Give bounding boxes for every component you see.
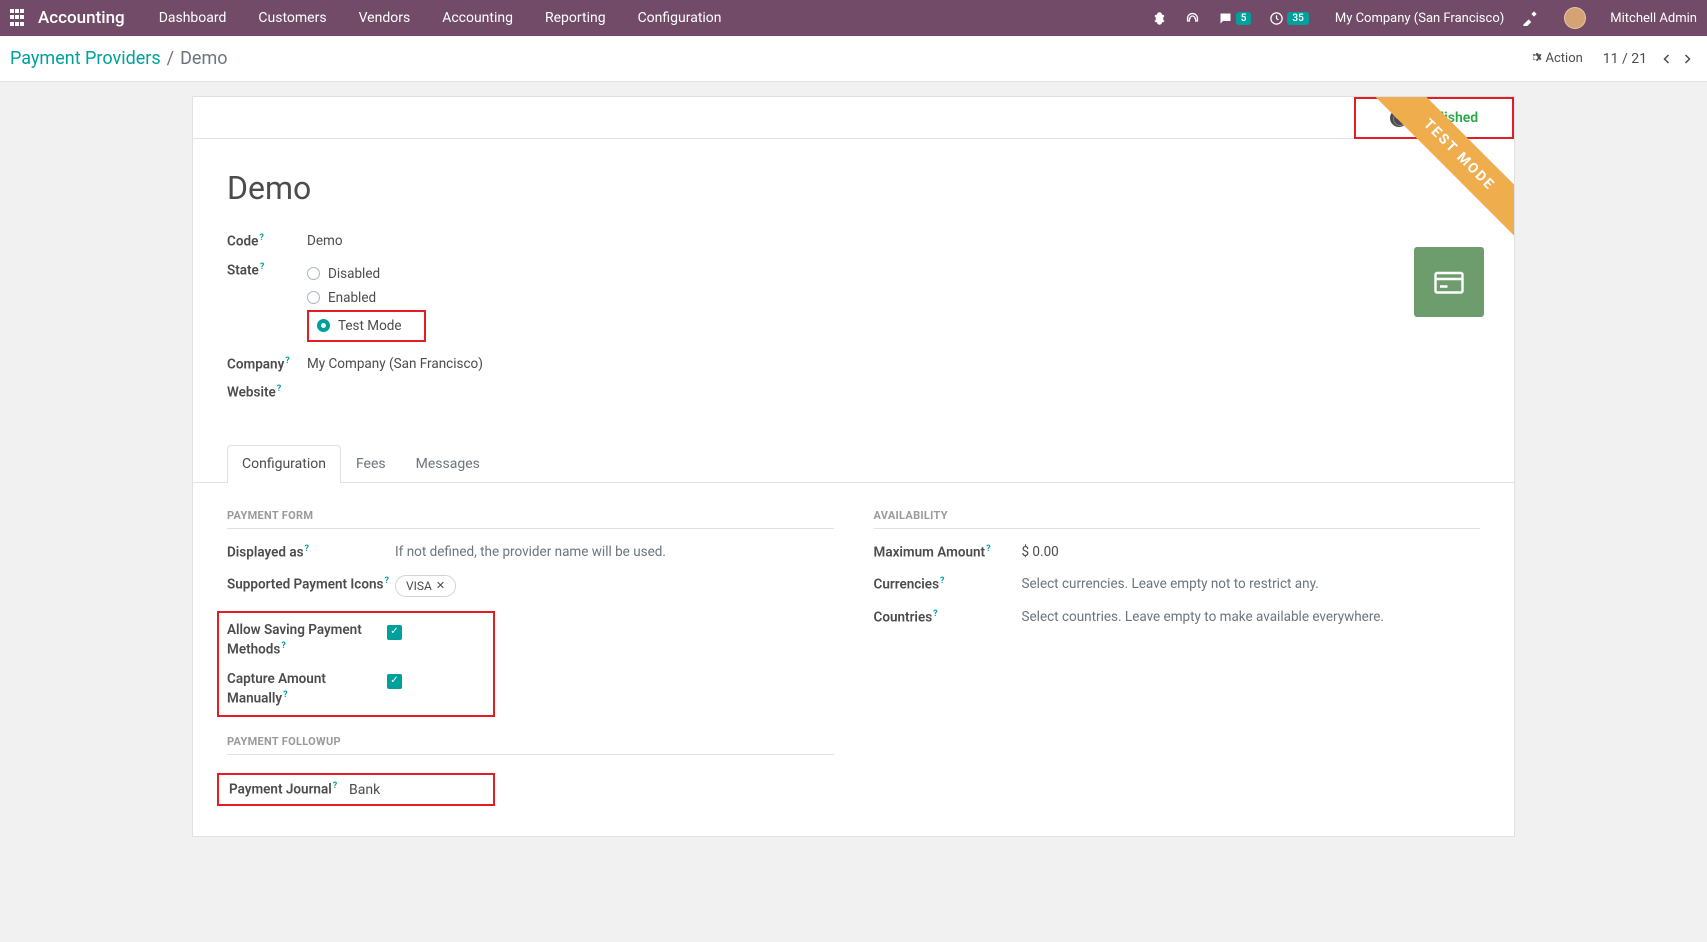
menu-accounting[interactable]: Accounting [428, 0, 527, 36]
tools-icon[interactable] [1522, 10, 1538, 26]
label-payment-icons: Supported Payment Icons [227, 577, 383, 593]
breadcrumb-parent[interactable]: Payment Providers [10, 48, 161, 69]
support-icon[interactable] [1185, 11, 1200, 26]
checkbox-capture-manual[interactable]: ✓ [387, 674, 402, 689]
app-brand[interactable]: Accounting [38, 8, 125, 28]
section-availability: Availability [874, 509, 1481, 529]
menu-customers[interactable]: Customers [244, 0, 340, 36]
messages-badge: 5 [1236, 12, 1252, 25]
avatar[interactable] [1564, 7, 1586, 29]
menu-configuration[interactable]: Configuration [624, 0, 736, 36]
checkbox-allow-save[interactable]: ✓ [387, 625, 402, 640]
label-code: Code [227, 234, 258, 250]
label-displayed-as: Displayed as [227, 544, 304, 560]
label-allow-save: Allow Saving Payment Methods [227, 622, 362, 657]
state-disabled[interactable]: Disabled [307, 262, 1480, 286]
state-enabled[interactable]: Enabled [307, 286, 1480, 310]
menu-vendors[interactable]: Vendors [345, 0, 425, 36]
value-currencies[interactable]: Select currencies. Leave empty not to re… [1022, 575, 1481, 593]
page-title: Demo [227, 169, 1480, 207]
tab-configuration[interactable]: Configuration [227, 445, 341, 483]
highlight-box-options: Allow Saving Payment Methods? ✓ Capture … [217, 611, 495, 717]
action-menu[interactable]: Action [1529, 51, 1583, 66]
label-company: Company [227, 356, 284, 372]
label-state: State [227, 262, 259, 278]
menu-dashboard[interactable]: Dashboard [145, 0, 241, 36]
label-capture-manual: Capture Amount Manually [227, 671, 326, 706]
value-website[interactable] [307, 382, 1480, 384]
label-countries: Countries [874, 609, 933, 625]
value-company[interactable]: My Company (San Francisco) [307, 354, 1480, 372]
activities-badge: 35 [1287, 12, 1308, 25]
breadcrumb-sep: / [167, 48, 174, 69]
value-displayed-as[interactable]: If not defined, the provider name will b… [395, 543, 834, 561]
menu-reporting[interactable]: Reporting [531, 0, 620, 36]
section-payment-form: Payment Form [227, 509, 834, 529]
topbar: Accounting Dashboard Customers Vendors A… [0, 0, 1707, 36]
pager[interactable]: 11 / 21 [1603, 51, 1647, 67]
value-payment-journal[interactable]: Bank [349, 782, 380, 798]
section-payment-followup: Payment Followup [227, 735, 834, 755]
label-payment-journal: Payment Journal [229, 782, 332, 798]
tabs: Configuration Fees Messages [193, 445, 1514, 483]
debug-icon[interactable] [1152, 11, 1167, 26]
apps-icon[interactable] [10, 9, 28, 27]
tab-fees[interactable]: Fees [341, 445, 401, 482]
form-sheet: Published TEST MODE Demo Code? Demo Stat… [192, 96, 1515, 837]
value-code: Demo [307, 231, 1480, 249]
value-countries[interactable]: Select countries. Leave empty to make av… [1022, 608, 1481, 626]
tag-visa[interactable]: VISA ✕ [395, 575, 456, 597]
breadcrumb-current: Demo [180, 48, 227, 69]
tab-messages[interactable]: Messages [401, 445, 495, 482]
label-website: Website [227, 385, 276, 401]
label-max-amount: Maximum Amount [874, 544, 986, 560]
value-max-amount[interactable]: $ 0.00 [1022, 543, 1481, 561]
pager-next[interactable] [1677, 53, 1697, 65]
messages-icon[interactable]: 5 [1218, 11, 1252, 26]
state-test-mode[interactable]: Test Mode [307, 310, 426, 342]
label-currencies: Currencies [874, 577, 940, 593]
activities-icon[interactable]: 35 [1269, 11, 1308, 26]
highlight-box-journal: Payment Journal? Bank [217, 773, 495, 806]
status-icons: 5 35 My Company (San Francisco) Mitchell… [1152, 7, 1697, 29]
tag-remove-icon[interactable]: ✕ [436, 579, 445, 594]
company-selector[interactable]: My Company (San Francisco) [1335, 11, 1504, 26]
pager-prev[interactable] [1657, 53, 1677, 65]
provider-logo [1414, 247, 1484, 317]
breadcrumb-bar: Payment Providers / Demo Action 11 / 21 [0, 36, 1707, 82]
user-name[interactable]: Mitchell Admin [1610, 11, 1697, 26]
